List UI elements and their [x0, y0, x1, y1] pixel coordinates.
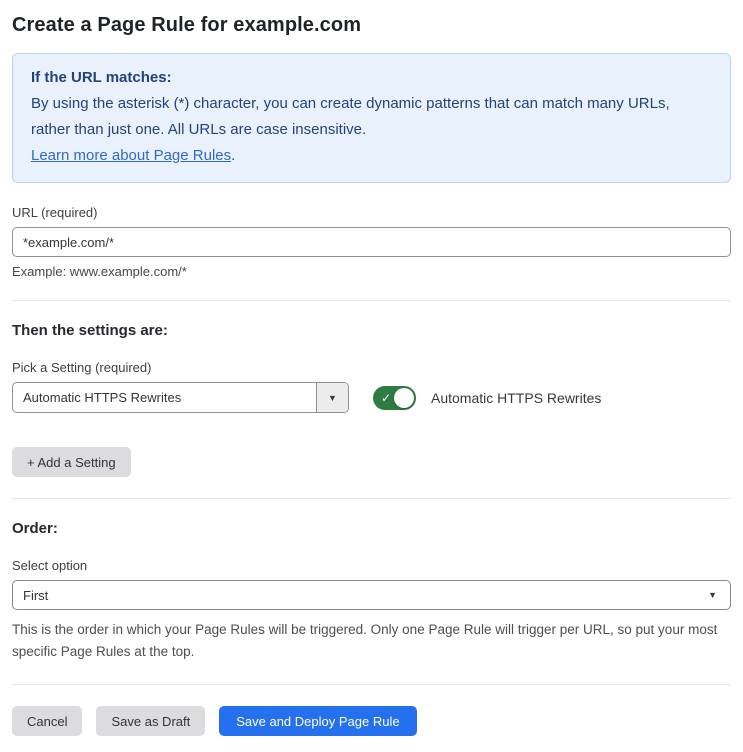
order-select[interactable]: First ▼ [12, 580, 731, 610]
info-box-heading: If the URL matches: [31, 69, 172, 86]
order-description: This is the order in which your Page Rul… [12, 622, 718, 659]
url-field-hint: Example: www.example.com/* [12, 264, 187, 279]
save-and-deploy-button[interactable]: Save and Deploy Page Rule [219, 706, 417, 736]
toggle-knob [394, 387, 414, 408]
divider [12, 300, 731, 301]
setting-row: Automatic HTTPS Rewrites ▼ ✓ Automatic H… [12, 382, 731, 413]
url-field-label: URL (required) [12, 205, 98, 220]
footer-actions: Cancel Save as Draft Save and Deploy Pag… [12, 706, 731, 736]
setting-toggle-group: ✓ Automatic HTTPS Rewrites [373, 385, 602, 410]
url-input[interactable] [12, 227, 731, 257]
toggle-label: Automatic HTTPS Rewrites [431, 389, 602, 406]
create-page-rule-panel: Create a Page Rule for example.com If th… [0, 0, 743, 752]
chevron-down-icon: ▼ [328, 392, 337, 403]
check-icon: ✓ [381, 390, 392, 405]
automatic-https-rewrites-toggle[interactable]: ✓ [373, 385, 416, 410]
pick-setting-label: Pick a Setting (required) [12, 360, 152, 375]
add-setting-button[interactable]: + Add a Setting [12, 447, 131, 477]
setting-dropdown-value: Automatic HTTPS Rewrites [23, 390, 182, 405]
save-as-draft-button[interactable]: Save as Draft [96, 706, 206, 736]
cancel-button[interactable]: Cancel [12, 706, 83, 736]
page-title: Create a Page Rule for example.com [12, 14, 362, 36]
divider [12, 684, 731, 685]
learn-more-link[interactable]: Learn more about Page Rules [31, 147, 231, 164]
dropdown-arrow-button[interactable]: ▼ [316, 383, 348, 412]
settings-section-heading: Then the settings are: [12, 322, 168, 339]
divider [12, 498, 731, 499]
link-period: . [231, 147, 236, 164]
order-section-heading: Order: [12, 520, 58, 537]
chevron-down-icon: ▼ [708, 590, 717, 600]
setting-dropdown[interactable]: Automatic HTTPS Rewrites ▼ [12, 382, 349, 413]
order-select-label: Select option [12, 558, 88, 573]
info-box-link-line: Learn more about Page Rules. [31, 143, 712, 169]
info-box-body: By using the asterisk (*) character, you… [31, 95, 670, 138]
order-select-value: First [23, 587, 49, 603]
url-match-info-box: If the URL matches: By using the asteris… [12, 53, 731, 183]
